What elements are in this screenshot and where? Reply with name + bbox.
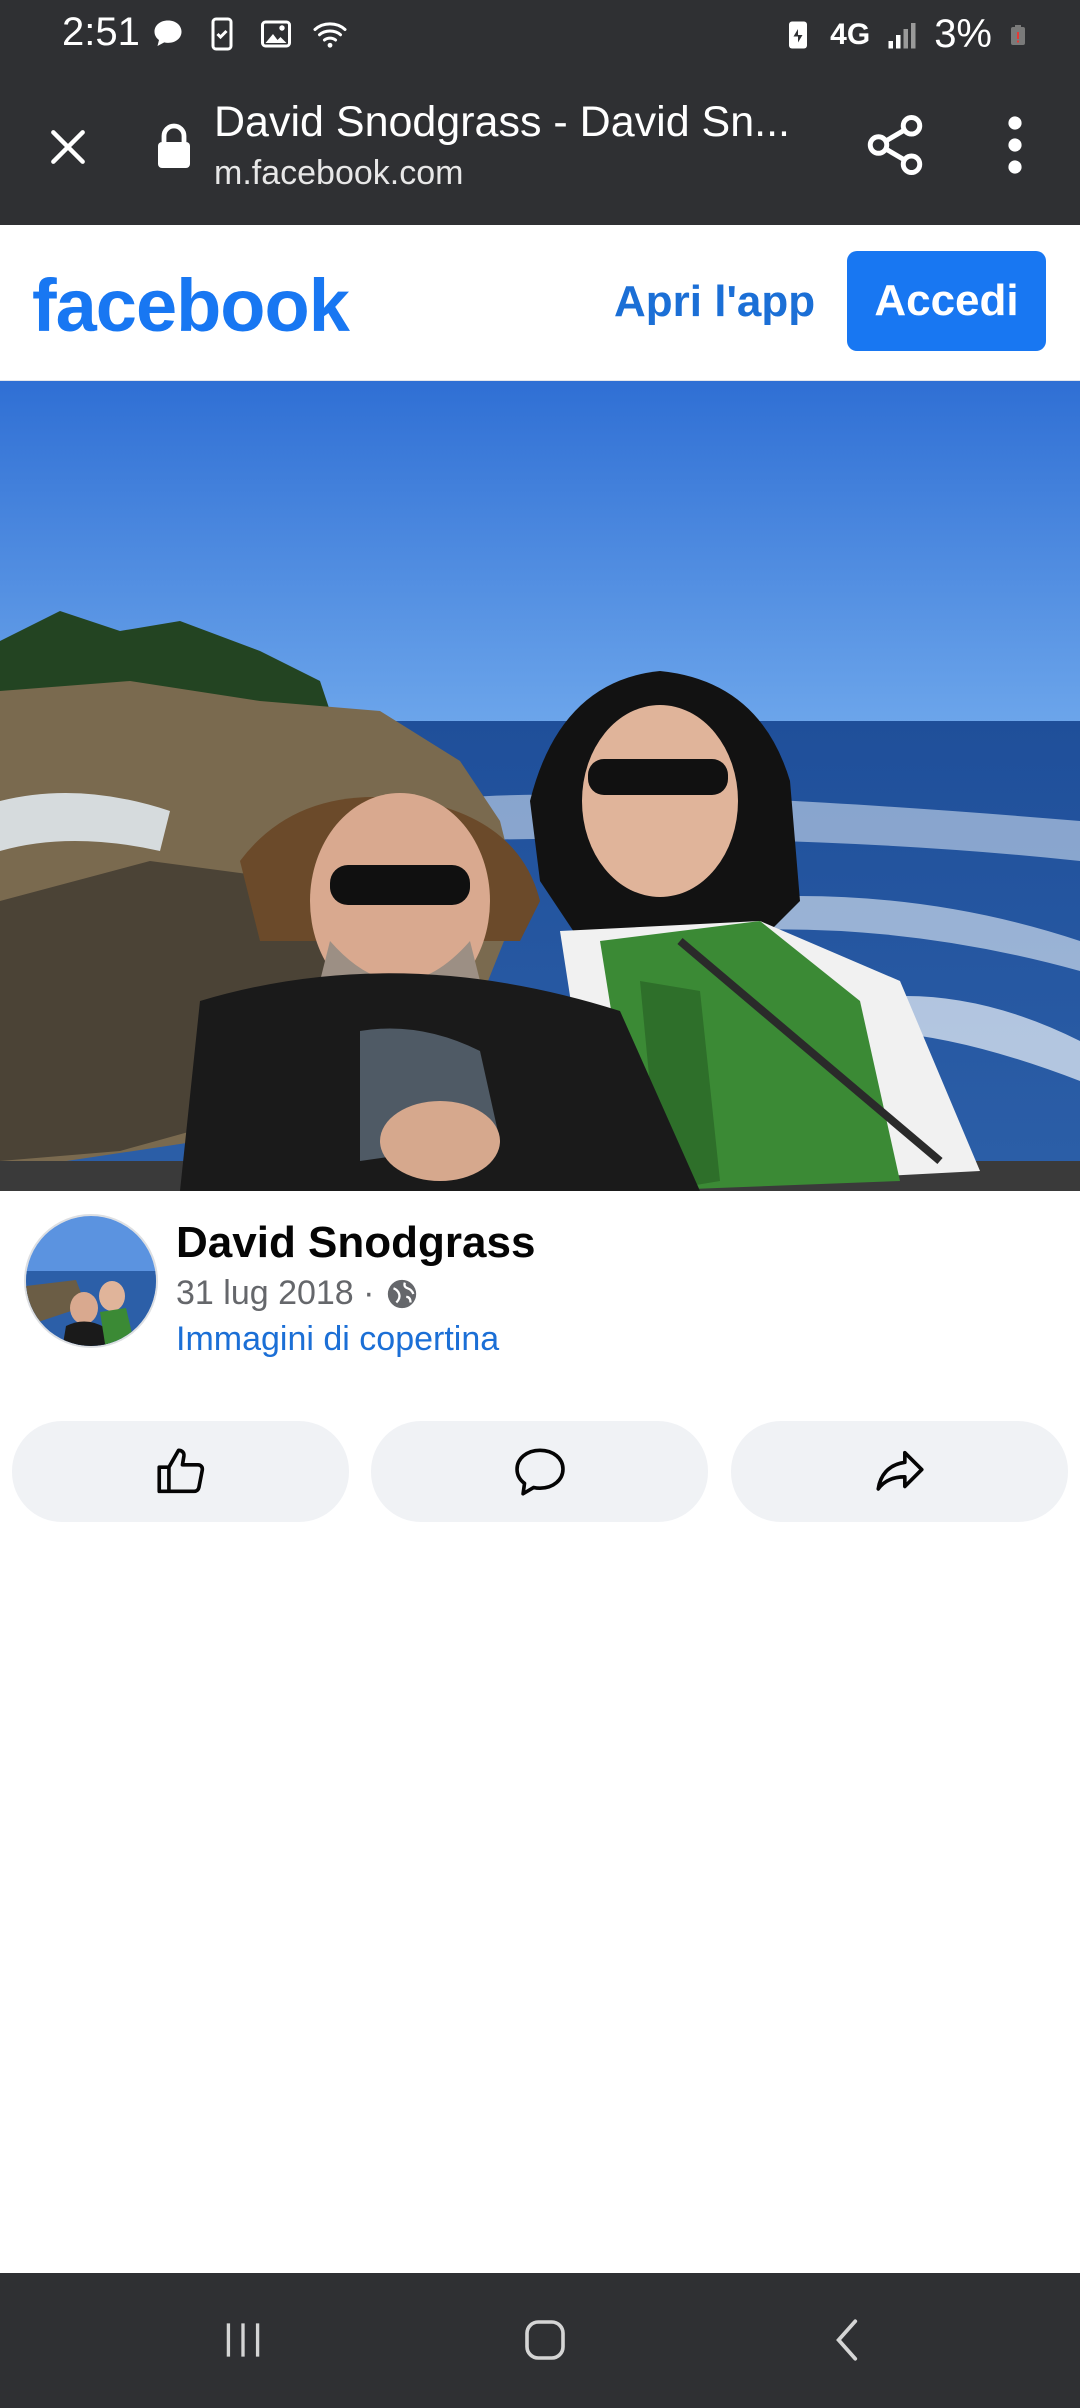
- chat-bubble-icon: [154, 20, 182, 46]
- battery-saver-icon: [789, 21, 808, 48]
- home-button[interactable]: [510, 2305, 580, 2375]
- post-date[interactable]: 31 lug 2018 ·: [176, 1274, 375, 1313]
- battery-low-icon: [1011, 24, 1025, 45]
- author-name[interactable]: David Snodgrass: [176, 1218, 535, 1268]
- wifi-icon: [313, 22, 347, 48]
- back-arrow-icon: [836, 2319, 858, 2361]
- close-icon: [51, 130, 85, 164]
- network-type: 4G: [830, 17, 871, 51]
- avatar[interactable]: [24, 1214, 158, 1348]
- login-button[interactable]: Accedi: [847, 251, 1046, 351]
- cover-photo-image: [0, 381, 1080, 1191]
- battery-percent: 3%: [934, 12, 992, 56]
- system-navigation-bar: [0, 2273, 1080, 2408]
- page-title: David Snodgrass - David Sn...: [214, 98, 790, 146]
- comment-button[interactable]: [371, 1421, 708, 1522]
- thumbs-up-icon: [156, 1447, 204, 1493]
- back-button[interactable]: [814, 2305, 884, 2375]
- close-tab-button[interactable]: [38, 117, 98, 177]
- lock-icon: [158, 123, 190, 168]
- comment-icon: [514, 1447, 565, 1496]
- system-icons: 4G 3%: [780, 12, 1030, 57]
- recent-apps-icon: [226, 2323, 260, 2357]
- more-options-icon[interactable]: [1000, 112, 1030, 178]
- status-time: 2:51: [62, 10, 140, 54]
- like-button[interactable]: [12, 1421, 349, 1522]
- globe-icon: [387, 1279, 416, 1308]
- recent-apps-button[interactable]: [208, 2305, 278, 2375]
- avatar-image: [26, 1216, 156, 1346]
- post-meta: 31 lug 2018 ·: [176, 1274, 419, 1313]
- facebook-logo[interactable]: facebook: [32, 263, 350, 348]
- browser-toolbar: David Snodgrass - David Sn... m.facebook…: [0, 72, 1080, 225]
- status-bar: 2:51 4G 3%: [0, 0, 1080, 72]
- facebook-header: facebook Apri l'app Accedi: [0, 225, 1080, 381]
- page-url[interactable]: m.facebook.com: [214, 154, 463, 193]
- signal-icon: [888, 22, 916, 48]
- share-arrow-icon: [875, 1450, 924, 1491]
- share-icon[interactable]: [862, 112, 928, 178]
- open-app-link[interactable]: Apri l'app: [614, 277, 815, 327]
- cover-photo[interactable]: [0, 381, 1080, 1191]
- share-post-button[interactable]: [731, 1421, 1068, 1522]
- album-link[interactable]: Immagini di copertina: [176, 1320, 499, 1359]
- home-icon: [525, 2320, 565, 2360]
- notification-icons: [150, 16, 348, 52]
- gallery-icon: [261, 20, 291, 48]
- phone-check-icon: [211, 17, 233, 51]
